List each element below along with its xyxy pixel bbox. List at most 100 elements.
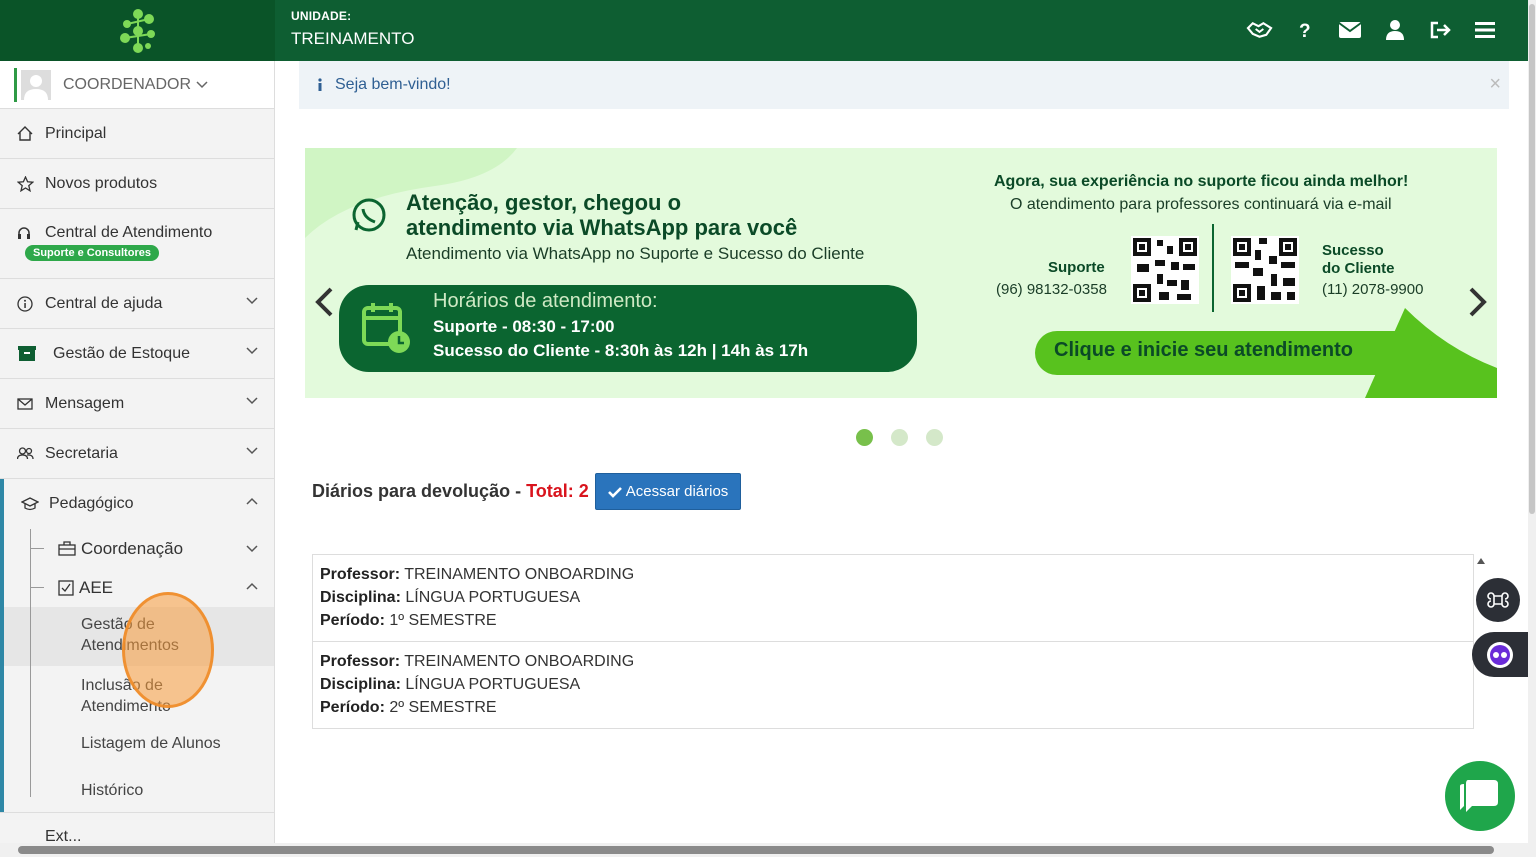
command-icon — [1487, 592, 1509, 608]
banner-support-label: Suporte — [1048, 259, 1105, 276]
clipboard-check-icon — [58, 580, 74, 596]
logo[interactable] — [0, 0, 275, 61]
close-icon[interactable]: × — [1489, 74, 1501, 94]
svg-text:?: ? — [1299, 21, 1311, 40]
chevron-up-icon — [246, 582, 258, 590]
banner-subline: Atendimento via WhatsApp no Suporte e Su… — [406, 244, 865, 263]
acessar-diarios-button[interactable]: Acessar diários — [594, 473, 742, 510]
sidebar-item-gestao-atendimentos[interactable]: Gestão de Atendimentos — [4, 607, 274, 666]
sidebar-item-label: Central de ajuda — [45, 294, 163, 312]
chevron-down-icon — [246, 447, 258, 455]
sidebar-item-label: Novos produtos — [45, 174, 158, 192]
banner-success-label-1: Sucesso — [1322, 242, 1384, 259]
banner-hours-support: Suporte - 08:30 - 17:00 — [433, 317, 615, 336]
whatsapp-icon — [352, 198, 386, 232]
sidebar-item-principal[interactable]: Principal — [0, 109, 274, 159]
user-menu[interactable]: COORDENADOR — [0, 61, 274, 109]
avatar — [21, 69, 51, 100]
chevron-down-icon — [246, 397, 258, 405]
banner-cta[interactable]: Clique e inicie seu atendimento — [1054, 339, 1353, 362]
sidebar: COORDENADOR Principal Novos produtos Cen… — [0, 61, 275, 857]
sidebar-item-label: Secretaria — [45, 444, 118, 462]
diarios-title: Diários para devolução - — [312, 481, 527, 501]
banner-right-title: Agora, sua experiência no suporte ficou … — [994, 173, 1409, 190]
banner-success-label-2: do Cliente — [1322, 260, 1395, 277]
sidebar-item-label: Central de Atendimento — [45, 224, 213, 241]
scroll-up-icon[interactable] — [1477, 558, 1485, 564]
chevron-down-icon — [196, 80, 208, 88]
sidebar-item-coordenacao[interactable]: Coordenação — [4, 529, 274, 568]
users-icon — [17, 447, 35, 460]
diary-list: Professor: TREINAMENTO ONBOARDING Discip… — [312, 554, 1474, 729]
carousel-prev-icon[interactable] — [313, 286, 335, 318]
briefcase-icon — [58, 541, 76, 556]
qr-code-icon — [1131, 236, 1199, 304]
sidebar-item-label: Histórico — [81, 782, 144, 799]
horizontal-scrollbar[interactable] — [0, 843, 1528, 857]
sidebar-item-listagem-alunos[interactable]: Listagem de Alunos — [4, 734, 274, 773]
carousel-dot[interactable] — [926, 429, 943, 446]
carousel-next-icon[interactable] — [1467, 286, 1489, 318]
vertical-scrollbar[interactable] — [1528, 0, 1536, 857]
user-role: COORDENADOR — [63, 75, 192, 93]
sidebar-item-historico[interactable]: Histórico — [4, 773, 274, 812]
qr-code-icon — [1231, 236, 1299, 304]
banner-headline-1: Atenção, gestor, chegou o — [406, 190, 682, 215]
welcome-text: Seja bem-vindo! — [335, 76, 451, 93]
status-badge: Suporte e Consultores — [25, 245, 159, 261]
sidebar-item-label: AEE — [79, 577, 114, 597]
banner-support-phone: (96) 98132-0358 — [996, 281, 1107, 298]
sidebar-item-secretaria[interactable]: Secretaria — [0, 429, 274, 479]
top-bar: UNIDADE: TREINAMENTO ? — [0, 0, 1528, 61]
unit-value: TREINAMENTO — [291, 29, 415, 48]
user-icon[interactable] — [1381, 14, 1408, 46]
banner-headline-2: atendimento via WhatsApp para você — [406, 215, 798, 240]
assistant-button[interactable] — [1472, 632, 1528, 677]
info-icon — [17, 295, 35, 312]
sidebar-item-aee[interactable]: AEE — [4, 568, 274, 607]
info-icon — [318, 78, 322, 91]
headset-icon — [17, 226, 35, 241]
banner-success-phone: (11) 2078-9900 — [1322, 281, 1424, 298]
sidebar-item-pedagogico[interactable]: Pedagógico — [4, 479, 274, 529]
unit-label: UNIDADE: — [291, 9, 352, 23]
help-icon[interactable]: ? — [1291, 14, 1318, 46]
whatsapp-banner[interactable]: Atenção, gestor, chegou o atendimento vi… — [305, 148, 1497, 398]
list-item: Professor: TREINAMENTO ONBOARDING Discip… — [320, 653, 635, 716]
welcome-alert: Seja bem-vindo! × — [299, 61, 1509, 109]
logo-icon — [119, 8, 155, 53]
chevron-down-icon — [246, 297, 258, 305]
sidebar-item-novos-produtos[interactable]: Novos produtos — [0, 159, 274, 209]
sidebar-item-mensagem[interactable]: Mensagem — [0, 379, 274, 429]
chevron-down-icon — [246, 545, 258, 553]
shortcut-button[interactable] — [1476, 578, 1520, 622]
diarios-header: Diários para devolução - Total: 2 Acessa… — [312, 473, 742, 510]
sidebar-item-label: Principal — [45, 124, 107, 142]
sidebar-item-central-atendimento[interactable]: Central de Atendimento Suporte e Consult… — [0, 209, 274, 279]
logout-icon[interactable] — [1426, 14, 1453, 46]
sidebar-item-central-ajuda[interactable]: Central de ajuda — [0, 279, 274, 329]
graduation-icon — [21, 497, 39, 511]
sidebar-item-label: Coordenação — [81, 538, 184, 558]
pedagogico-section: Pedagógico Coordenação AEE Gestão de Ate… — [0, 479, 274, 812]
sidebar-item-label: Mensagem — [45, 394, 125, 412]
chevron-up-icon — [246, 497, 258, 505]
sidebar-item-label: Gestão de Estoque — [53, 344, 190, 362]
home-icon — [17, 126, 35, 141]
calendar-clock-icon — [362, 303, 410, 353]
banner-right-sub: O atendimento para professores continuar… — [1010, 196, 1392, 213]
carousel-dot[interactable] — [856, 429, 873, 446]
envelope-icon[interactable] — [1336, 14, 1363, 46]
chat-button[interactable] — [1445, 761, 1515, 831]
carousel-dot[interactable] — [891, 429, 908, 446]
chevron-down-icon — [246, 347, 258, 355]
check-icon — [607, 486, 622, 498]
sidebar-item-gestao-estoque[interactable]: Gestão de Estoque — [0, 329, 274, 379]
sidebar-item-label: Gestão de Atendimentos — [81, 616, 179, 654]
list-item: Professor: TREINAMENTO ONBOARDING Discip… — [313, 555, 1473, 642]
menu-icon[interactable] — [1471, 14, 1498, 46]
assistant-icon — [1487, 641, 1513, 668]
carousel-indicators — [856, 429, 943, 446]
handshake-icon[interactable] — [1246, 14, 1273, 46]
sidebar-item-inclusao-atendimento[interactable]: Inclusão de Atendimento — [4, 666, 274, 734]
